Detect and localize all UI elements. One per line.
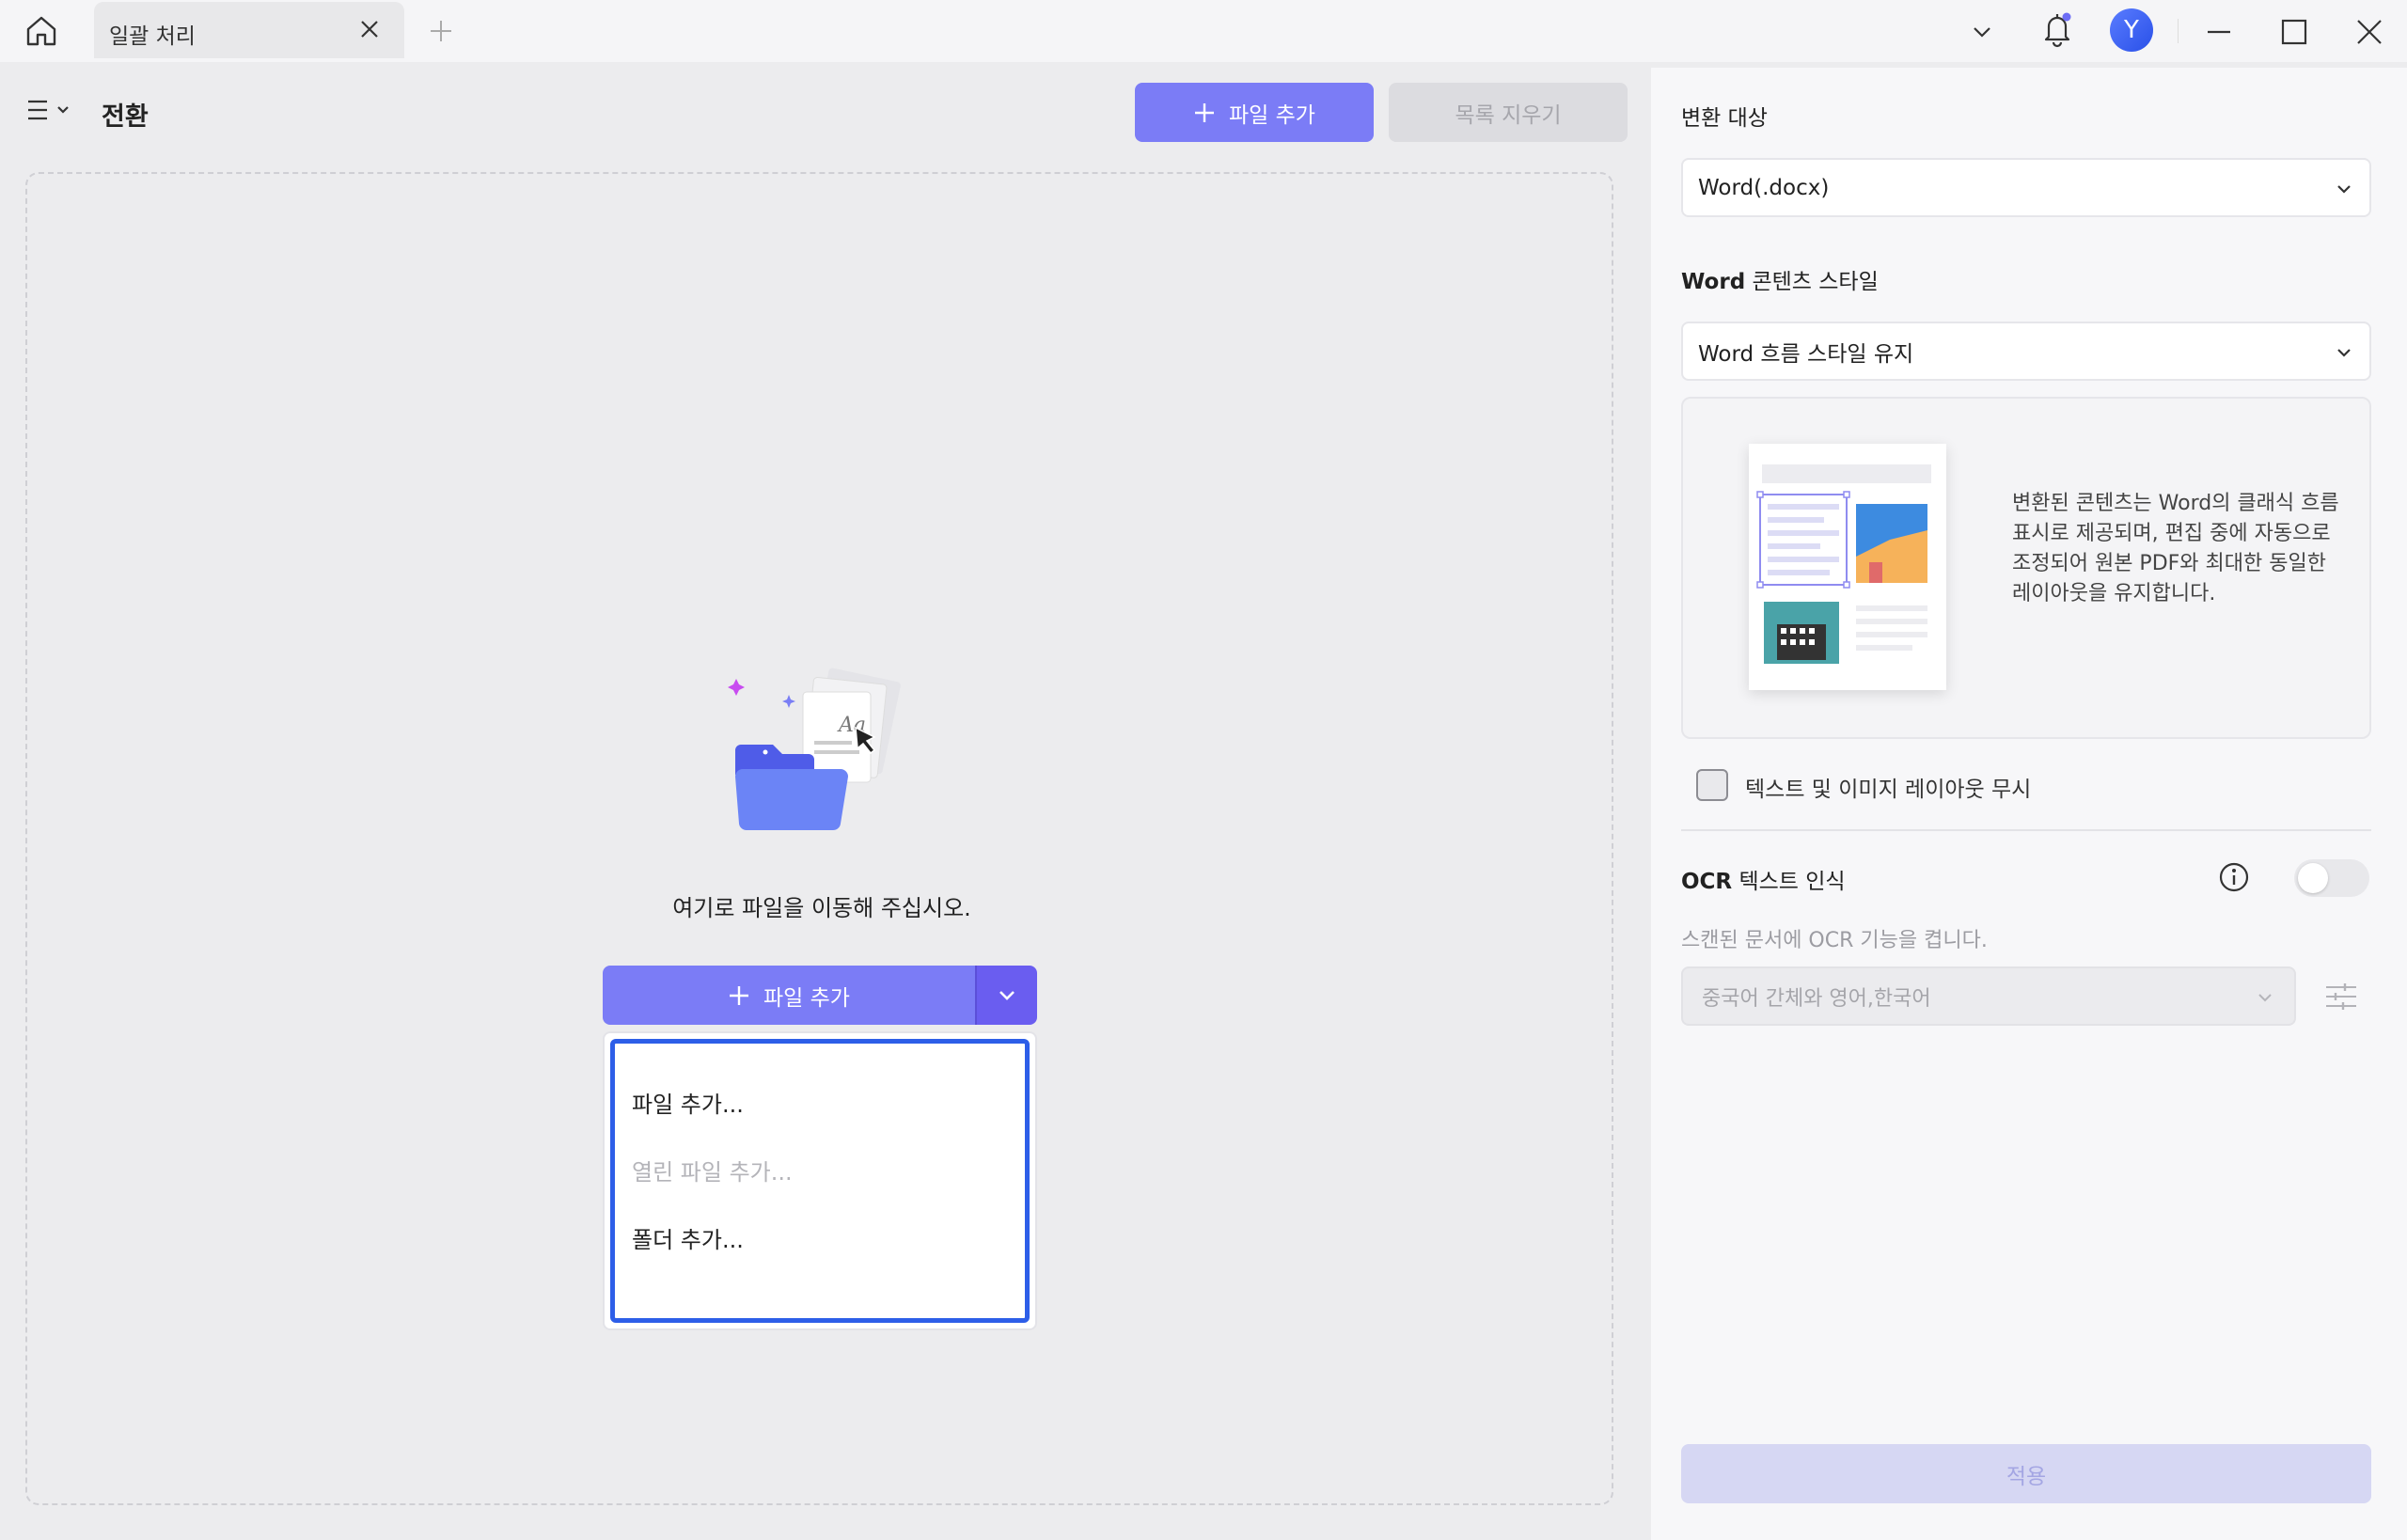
chevron-down-icon bbox=[999, 990, 1015, 1000]
chevron-down-icon bbox=[2258, 994, 2272, 1002]
add-file-main-label: 파일 추가 bbox=[763, 985, 850, 1011]
content-style-select[interactable]: Word 흐름 스타일 유지 bbox=[1681, 322, 2371, 381]
window-separator bbox=[2178, 19, 2179, 43]
clear-list-label: 목록 지우기 bbox=[1455, 102, 1562, 128]
drop-hint: 여기로 파일을 이동해 주십시오. bbox=[672, 895, 971, 921]
add-file-button[interactable]: 파일 추가 bbox=[1135, 83, 1374, 142]
target-format-value: Word(.docx) bbox=[1698, 175, 1830, 200]
home-icon[interactable] bbox=[21, 12, 62, 50]
title-bar: 일괄 처리 Y bbox=[0, 0, 2407, 62]
bell-icon[interactable] bbox=[2038, 9, 2076, 48]
conversion-settings-panel: 변환 대상 Word(.docx) Word 콘텐츠 스타일 Word 흐름 스… bbox=[1651, 68, 2407, 1540]
chevron-down-icon bbox=[2337, 185, 2351, 194]
chevron-down-icon bbox=[2337, 349, 2351, 357]
add-file-split-button: 파일 추가 bbox=[603, 966, 1037, 1025]
ignore-layout-checkbox[interactable] bbox=[1696, 769, 1728, 801]
add-file-label: 파일 추가 bbox=[1229, 102, 1315, 128]
new-tab-icon[interactable] bbox=[425, 15, 457, 47]
add-file-main-button[interactable]: 파일 추가 bbox=[603, 966, 975, 1025]
apply-label: 적용 bbox=[2006, 1464, 2047, 1489]
page-title: 전환 bbox=[102, 102, 149, 132]
style-preview-card: 변환된 콘텐츠는 Word의 클래식 흐름 표시로 제공되며, 편집 중에 자동… bbox=[1681, 397, 2371, 739]
folder-illustration-icon: Aa bbox=[715, 660, 931, 848]
content-style-value: Word 흐름 스타일 유지 bbox=[1698, 341, 1914, 367]
ocr-title: OCR 텍스트 인식 bbox=[1681, 863, 1846, 895]
add-file-dropdown-toggle[interactable] bbox=[977, 966, 1037, 1025]
plus-icon bbox=[730, 985, 749, 1005]
close-icon[interactable] bbox=[357, 17, 382, 41]
content-style-label-rest: 콘텐츠 스타일 bbox=[1745, 270, 1879, 294]
maximize-icon[interactable] bbox=[2275, 13, 2313, 51]
document-preview-icon bbox=[1749, 444, 1946, 690]
ocr-description: 스캔된 문서에 OCR 기능을 켭니다. bbox=[1681, 929, 1988, 952]
ocr-language-value: 중국어 간체와 영어,한국어 bbox=[1702, 986, 1931, 1011]
ocr-settings-icon[interactable] bbox=[2320, 976, 2362, 1017]
tab-batch[interactable]: 일괄 처리 bbox=[94, 2, 404, 58]
ignore-layout-label: 텍스트 및 이미지 레이아웃 무시 bbox=[1745, 778, 2032, 802]
avatar[interactable]: Y bbox=[2110, 8, 2153, 52]
target-format-select[interactable]: Word(.docx) bbox=[1681, 158, 2371, 217]
info-icon[interactable] bbox=[2217, 860, 2251, 894]
content-style-label: Word 콘텐츠 스타일 bbox=[1681, 263, 1879, 295]
ocr-language-select[interactable]: 중국어 간체와 영어,한국어 bbox=[1681, 966, 2296, 1026]
toggle-knob bbox=[2298, 863, 2328, 893]
plus-icon bbox=[1195, 102, 1215, 122]
menu-button[interactable] bbox=[24, 92, 77, 130]
ocr-title-bold: OCR bbox=[1681, 870, 1733, 894]
target-format-label: 변환 대상 bbox=[1681, 106, 1768, 131]
add-file-menu: 파일 추가... 열린 파일 추가... 폴더 추가... bbox=[603, 1031, 1037, 1330]
file-list-panel: 전환 파일 추가 목록 지우기 Aa 여기로 파일을 이동해 주십시오. 파일 … bbox=[0, 66, 1644, 1540]
divider bbox=[1681, 829, 2371, 831]
chevron-down-icon[interactable] bbox=[1963, 13, 2001, 51]
ocr-toggle[interactable] bbox=[2294, 859, 2369, 897]
menu-item-add-open-files[interactable]: 열린 파일 추가... bbox=[632, 1154, 793, 1186]
window-close-icon[interactable] bbox=[2351, 13, 2388, 51]
apply-button[interactable]: 적용 bbox=[1681, 1444, 2371, 1503]
clear-list-button[interactable]: 목록 지우기 bbox=[1389, 83, 1628, 142]
tab-label: 일괄 처리 bbox=[109, 24, 196, 49]
ocr-title-rest: 텍스트 인식 bbox=[1732, 870, 1846, 894]
menu-item-add-file[interactable]: 파일 추가... bbox=[632, 1086, 744, 1119]
minimize-icon[interactable] bbox=[2200, 13, 2238, 51]
content-style-label-bold: Word bbox=[1681, 270, 1746, 294]
content-style-description: 변환된 콘텐츠는 Word의 클래식 흐름 표시로 제공되며, 편집 중에 자동… bbox=[2012, 492, 2339, 605]
menu-item-add-folder[interactable]: 폴더 추가... bbox=[632, 1221, 744, 1254]
